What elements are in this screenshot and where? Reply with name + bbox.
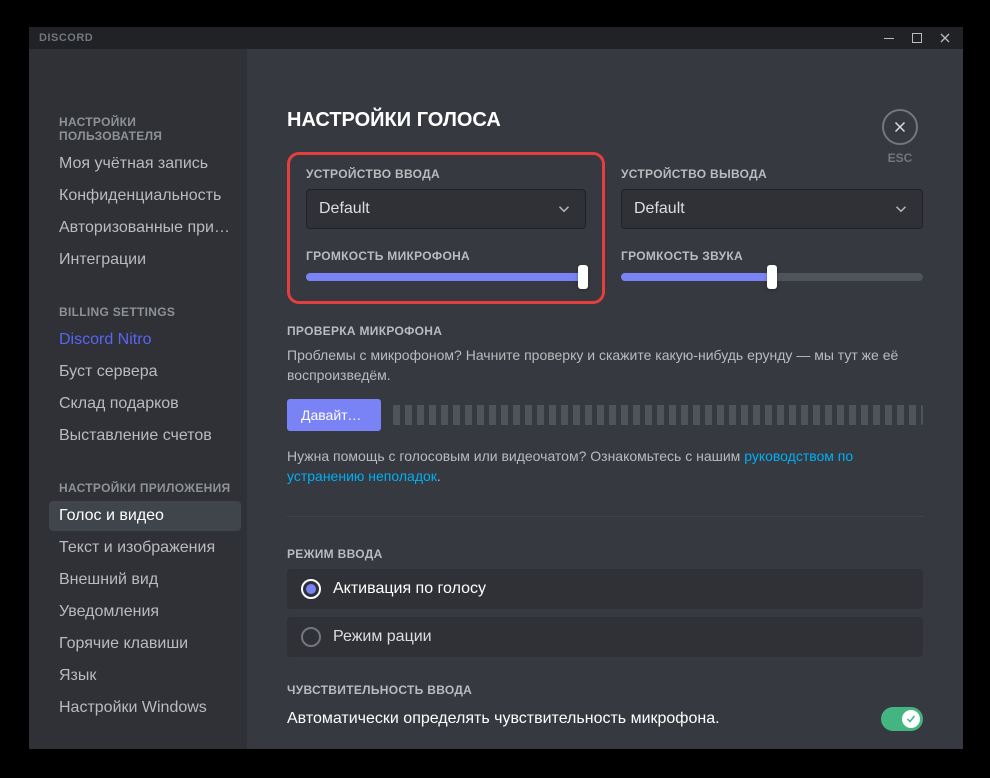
app-name: DISCORD (33, 32, 93, 44)
sidebar-item-windows-settings[interactable]: Настройки Windows (49, 693, 241, 723)
input-device-highlight: УСТРОЙСТВО ВВОДА Default ГРОМКОСТЬ МИКРО… (287, 152, 605, 304)
output-volume-label: ГРОМКОСТЬ ЗВУКА (621, 249, 923, 263)
sidebar-item-voice-video[interactable]: Голос и видео (49, 501, 241, 531)
sidebar-item-my-account[interactable]: Моя учётная запись (49, 149, 241, 179)
mic-test-heading: ПРОВЕРКА МИКРОФОНА (287, 324, 923, 338)
input-mode-voice-activity[interactable]: Активация по голосу (287, 569, 923, 609)
help-text: Нужна помощь с голосовым или видеочатом?… (287, 447, 923, 486)
sidebar-item-keybinds[interactable]: Горячие клавиши (49, 629, 241, 659)
settings-sidebar: НАСТРОЙКИ ПОЛЬЗОВАТЕЛЯ Моя учётная запис… (29, 49, 247, 749)
output-device-label: УСТРОЙСТВО ВЫВОДА (621, 167, 923, 181)
input-device-label: УСТРОЙСТВО ВВОДА (306, 167, 586, 181)
sidebar-item-appearance[interactable]: Внешний вид (49, 565, 241, 595)
sidebar-heading: НАСТРОЙКИ ПРИЛОЖЕНИЯ (49, 475, 241, 501)
sidebar-item-integrations[interactable]: Интеграции (49, 245, 241, 275)
sidebar-item-authorized-apps[interactable]: Авторизованные прил... (49, 213, 241, 243)
settings-content: ESC НАСТРОЙКИ ГОЛОСА УСТРОЙСТВО ВВОДА De… (247, 49, 963, 749)
titlebar: DISCORD (29, 27, 963, 49)
check-icon (905, 713, 917, 725)
close-window-button[interactable] (931, 27, 959, 49)
input-mode-heading: РЕЖИМ ВВОДА (287, 547, 923, 561)
mic-test-button[interactable]: Давайте пр... (287, 399, 381, 431)
slider-thumb[interactable] (767, 265, 777, 289)
auto-sensitivity-label: Автоматически определять чувствительност… (287, 710, 720, 728)
sidebar-item-notifications[interactable]: Уведомления (49, 597, 241, 627)
radio-icon (301, 579, 321, 599)
output-volume-slider[interactable] (621, 273, 923, 281)
radio-label: Режим рации (333, 628, 432, 646)
sidebar-item-text-images[interactable]: Текст и изображения (49, 533, 241, 563)
maximize-button[interactable] (903, 27, 931, 49)
radio-icon (301, 627, 321, 647)
output-device-value: Default (634, 200, 685, 218)
output-device-select[interactable]: Default (621, 189, 923, 229)
sidebar-item-language[interactable]: Язык (49, 661, 241, 691)
input-device-select[interactable]: Default (306, 189, 586, 229)
sidebar-item-nitro[interactable]: Discord Nitro (49, 325, 241, 355)
sensitivity-heading: ЧУВСТВИТЕЛЬНОСТЬ ВВОДА (287, 683, 923, 697)
sidebar-heading: BILLING SETTINGS (49, 299, 241, 325)
sidebar-heading: НАСТРОЙКИ ПОЛЬЗОВАТЕЛЯ (49, 109, 241, 149)
mic-volume-slider[interactable] (306, 273, 586, 281)
close-settings-button[interactable] (882, 109, 918, 145)
sidebar-item-gift-inventory[interactable]: Склад подарков (49, 389, 241, 419)
divider (287, 516, 923, 517)
input-device-value: Default (319, 200, 370, 218)
mic-volume-label: ГРОМКОСТЬ МИКРОФОНА (306, 249, 586, 263)
radio-label: Активация по голосу (333, 580, 486, 598)
minimize-button[interactable] (875, 27, 903, 49)
sidebar-item-privacy[interactable]: Конфиденциальность (49, 181, 241, 211)
chevron-down-icon (892, 200, 910, 218)
mic-test-desc: Проблемы с микрофоном? Начните проверку … (287, 346, 923, 385)
page-title: НАСТРОЙКИ ГОЛОСА (287, 109, 923, 132)
slider-thumb[interactable] (578, 265, 588, 289)
sidebar-item-server-boost[interactable]: Буст сервера (49, 357, 241, 387)
chevron-down-icon (555, 200, 573, 218)
mic-test-meter (393, 405, 923, 425)
auto-sensitivity-toggle[interactable] (881, 707, 923, 731)
input-mode-push-to-talk[interactable]: Режим рации (287, 617, 923, 657)
toggle-knob (902, 710, 920, 728)
sidebar-item-billing[interactable]: Выставление счетов (49, 421, 241, 451)
